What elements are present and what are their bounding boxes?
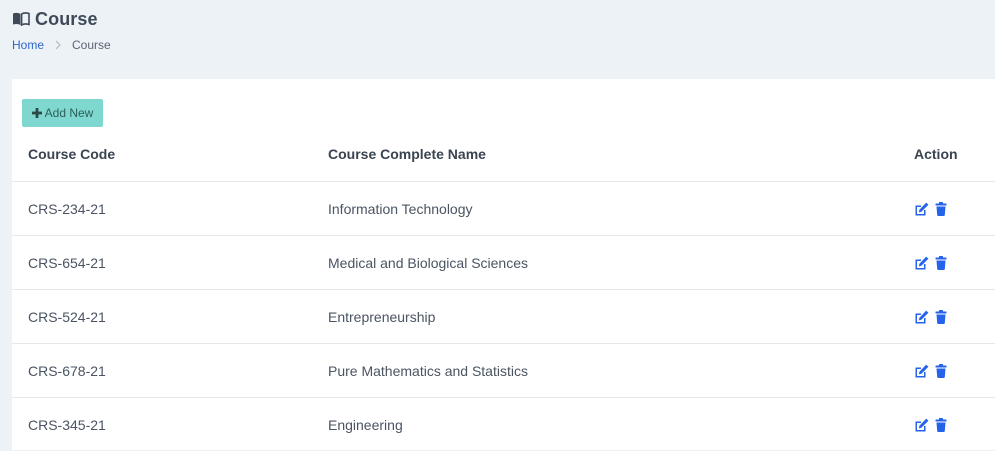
course-name-cell: Entrepreneurship: [328, 308, 436, 325]
course-code-cell: CRS-678-21: [28, 362, 106, 379]
book-open-icon: [12, 11, 30, 27]
page-title: Course: [35, 8, 98, 29]
course-code-cell: CRS-234-21: [28, 200, 106, 217]
edit-icon[interactable]: [914, 418, 929, 432]
table-row: CRS-234-21 Information Technology: [12, 182, 995, 236]
edit-icon[interactable]: [914, 364, 929, 378]
trash-icon[interactable]: [933, 417, 948, 432]
breadcrumb-home-link[interactable]: Home: [12, 38, 44, 52]
table-row: CRS-678-21 Pure Mathematics and Statisti…: [12, 344, 995, 398]
course-name-cell: Medical and Biological Sciences: [328, 254, 528, 271]
row-actions: [914, 255, 948, 270]
add-new-label: Add New: [44, 106, 94, 120]
table-body: CRS-234-21 Information Technology CRS-65…: [12, 182, 995, 451]
table-header-row: Course Code Course Complete Name Action: [12, 127, 995, 182]
header-action: Action: [914, 146, 958, 162]
page-header: Course Home Course: [12, 8, 995, 53]
edit-icon[interactable]: [914, 310, 929, 324]
breadcrumb: Home Course: [12, 38, 995, 52]
course-name-cell: Pure Mathematics and Statistics: [328, 362, 528, 379]
table-row: CRS-345-21 Engineering: [12, 398, 995, 451]
plus-icon: [31, 108, 42, 118]
title-row: Course: [12, 8, 995, 30]
course-table: Course Code Course Complete Name Action …: [12, 127, 995, 451]
trash-icon[interactable]: [933, 255, 948, 270]
row-actions: [914, 417, 948, 432]
row-actions: [914, 363, 948, 378]
add-new-button[interactable]: Add New: [22, 99, 103, 127]
course-code-cell: CRS-524-21: [28, 308, 106, 325]
course-name-cell: Information Technology: [328, 200, 473, 217]
edit-icon[interactable]: [914, 256, 929, 270]
header-course-name: Course Complete Name: [328, 146, 486, 162]
chevron-right-icon: [53, 40, 63, 50]
table-row: CRS-524-21 Entrepreneurship: [12, 290, 995, 344]
breadcrumb-current: Course: [72, 38, 111, 52]
edit-icon[interactable]: [914, 202, 929, 216]
trash-icon[interactable]: [933, 201, 948, 216]
course-code-cell: CRS-654-21: [28, 254, 106, 271]
course-code-cell: CRS-345-21: [28, 416, 106, 433]
row-actions: [914, 201, 948, 216]
course-card: Add New Course Code Course Complete Name…: [12, 79, 995, 450]
trash-icon[interactable]: [933, 309, 948, 324]
row-actions: [914, 309, 948, 324]
table-row: CRS-654-21 Medical and Biological Scienc…: [12, 236, 995, 290]
trash-icon[interactable]: [933, 363, 948, 378]
header-course-code: Course Code: [28, 146, 116, 162]
course-name-cell: Engineering: [328, 416, 403, 433]
